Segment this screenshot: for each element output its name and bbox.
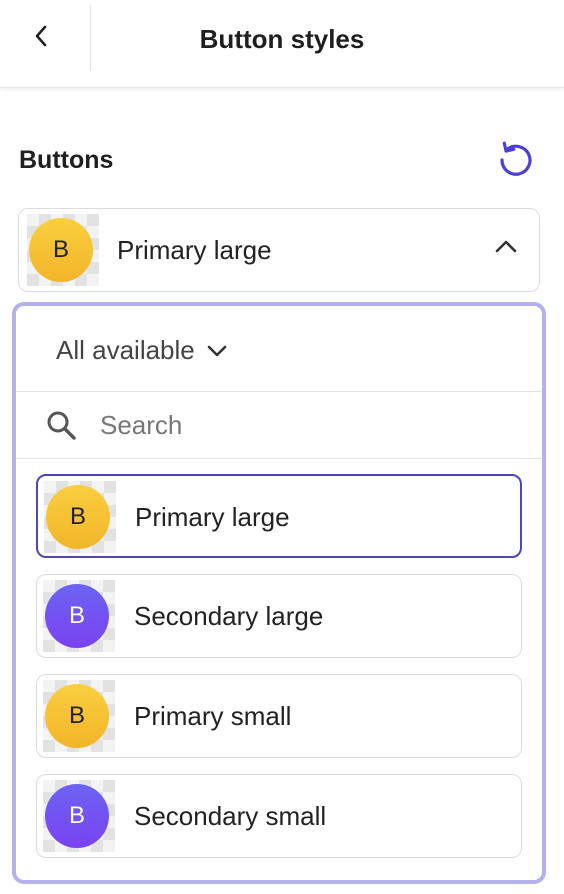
badge-letter: B (68, 702, 85, 729)
search-icon (47, 411, 76, 440)
top-bar: Button styles (0, 0, 564, 88)
option-label: Primary large (135, 502, 290, 532)
selected-style-label: Primary large (117, 235, 272, 265)
style-dropdown-panel: All available B Primary large B Secondar… (12, 302, 546, 884)
option-secondary-large[interactable]: B Secondary large (36, 574, 522, 658)
filter-label: All available (56, 334, 195, 365)
style-badge: B (29, 218, 93, 282)
reset-icon (500, 141, 532, 176)
page-title: Button styles (199, 24, 365, 54)
style-badge: B (45, 784, 109, 848)
style-badge: B (45, 584, 109, 648)
badge-letter: B (68, 602, 85, 629)
badge-letter: B (68, 802, 85, 829)
badge-letter: B (69, 503, 86, 530)
chevron-up-icon (495, 240, 517, 253)
reset-button[interactable] (492, 140, 538, 180)
option-secondary-small[interactable]: B Secondary small (36, 774, 522, 858)
button-style-select[interactable]: B Primary large (18, 208, 540, 292)
style-badge: B (45, 684, 109, 748)
badge-letter: B (52, 236, 69, 263)
option-label: Secondary large (134, 601, 324, 631)
search-input[interactable] (100, 404, 500, 446)
option-label: Primary small (134, 701, 292, 731)
style-badge: B (46, 485, 110, 549)
filter-row: All available (16, 306, 542, 392)
section-title: Buttons (19, 146, 114, 174)
option-primary-small[interactable]: B Primary small (36, 674, 522, 758)
chevron-down-icon (207, 345, 227, 356)
option-label: Secondary small (134, 801, 327, 831)
availability-filter[interactable]: All available (56, 334, 227, 366)
option-primary-large[interactable]: B Primary large (36, 474, 522, 558)
search-row (16, 392, 542, 459)
